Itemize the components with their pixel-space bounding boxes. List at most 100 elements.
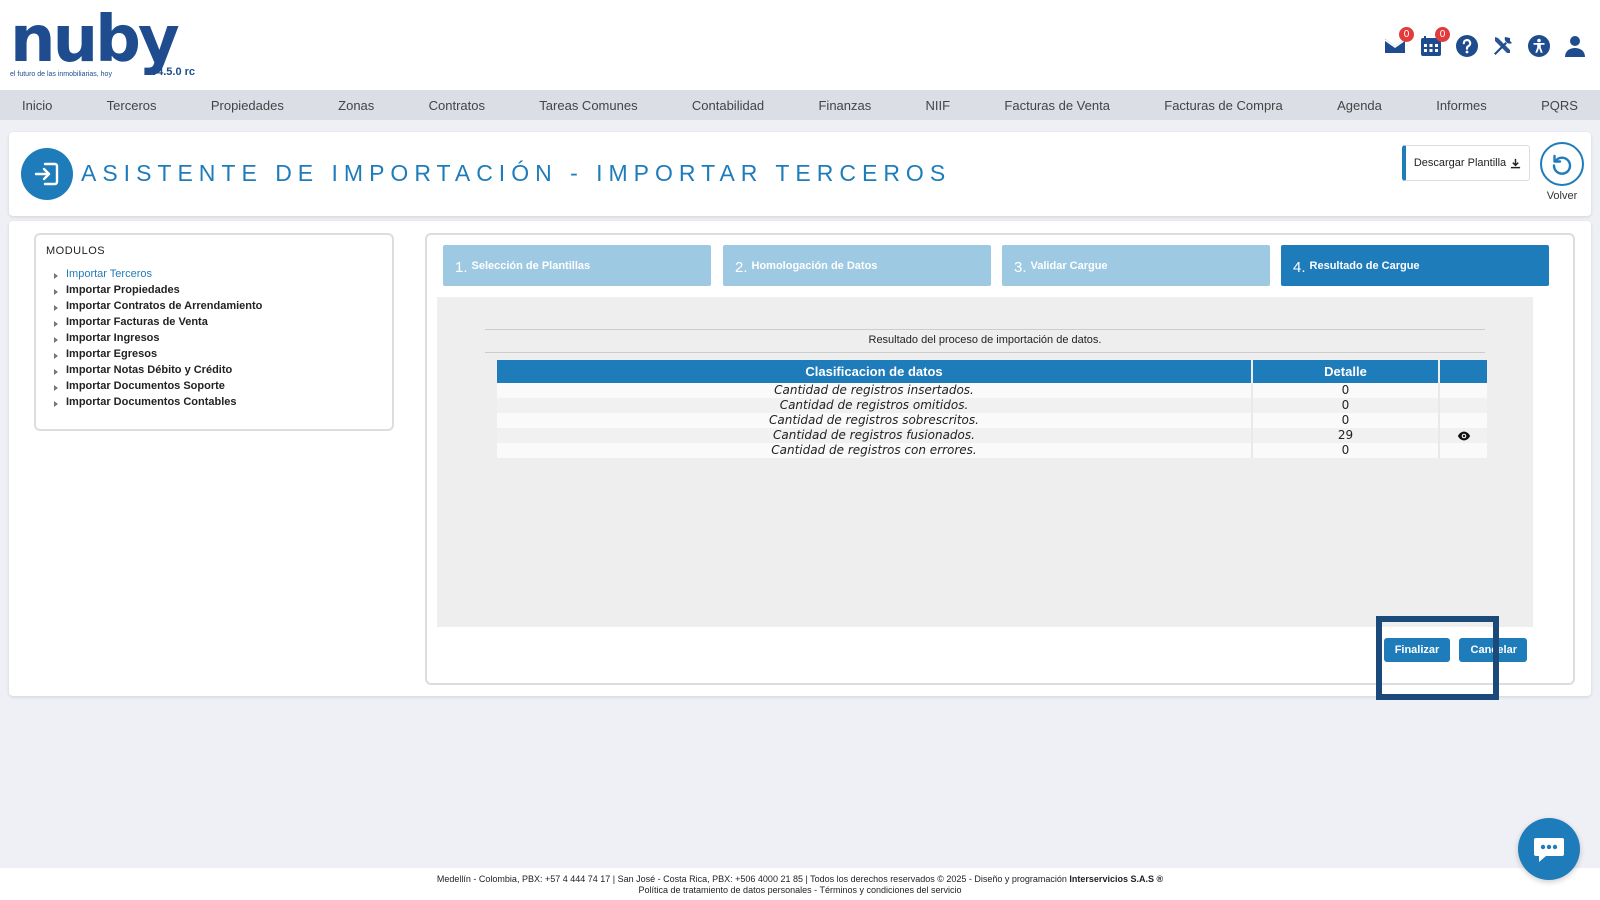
footer-legal-links[interactable]: Política de tratamiento de datos persona…	[0, 885, 1600, 896]
nav-contabilidad[interactable]: Contabilidad	[692, 98, 764, 113]
step-seleccion-plantillas[interactable]: 1. Selección de Plantillas	[443, 245, 711, 286]
row-value: 29	[1252, 428, 1440, 443]
column-header-classification: Clasificacion de datos	[497, 360, 1253, 383]
calendar-icon[interactable]: 0	[1418, 27, 1450, 59]
footer-address: Medellín - Colombia, PBX: +57 4 444 74 1…	[436, 874, 1070, 884]
module-label: Importar Terceros	[66, 268, 152, 280]
module-importar-notas[interactable]: Importar Notas Débito y Crédito	[54, 362, 382, 378]
download-template-label: Descargar Plantilla	[1413, 157, 1507, 169]
calendar-badge: 0	[1435, 27, 1450, 42]
module-label: Importar Ingresos	[66, 332, 160, 344]
caret-right-icon	[54, 368, 58, 375]
row-action	[1439, 383, 1487, 398]
modules-list: Importar Terceros Importar Propiedades I…	[46, 266, 382, 410]
title-panel: ASISTENTE DE IMPORTACIÓN - IMPORTAR TERC…	[9, 132, 1591, 216]
import-wizard: 1. Selección de Plantillas 2. Homologaci…	[425, 233, 1575, 685]
app-version: v4.5.0 rc	[151, 66, 196, 78]
caret-right-icon	[54, 304, 58, 311]
nav-inicio[interactable]: Inicio	[22, 98, 52, 113]
chat-bubble-icon	[1534, 838, 1564, 862]
module-importar-facturas-venta[interactable]: Importar Facturas de Venta	[54, 314, 382, 330]
nav-tareas-comunes[interactable]: Tareas Comunes	[539, 98, 637, 113]
mail-badge: 0	[1399, 27, 1414, 42]
caret-right-icon	[54, 336, 58, 343]
download-icon	[1511, 158, 1521, 168]
nav-pqrs[interactable]: PQRS	[1541, 98, 1578, 113]
user-icon[interactable]	[1562, 33, 1588, 59]
module-importar-egresos[interactable]: Importar Egresos	[54, 346, 382, 362]
step-number: 1.	[455, 259, 468, 276]
table-row: Cantidad de registros omitidos. 0	[497, 398, 1487, 413]
footer: Medellín - Colombia, PBX: +57 4 444 74 1…	[0, 868, 1600, 900]
nav-finanzas[interactable]: Finanzas	[818, 98, 871, 113]
row-action	[1439, 398, 1487, 413]
back-button[interactable]: Volver	[1537, 142, 1587, 202]
nav-facturas-de-compra[interactable]: Facturas de Compra	[1164, 98, 1283, 113]
logo-tagline: el futuro de las inmobiliarias, hoy	[10, 71, 112, 78]
step-label: Validar Cargue	[1030, 259, 1108, 272]
help-icon[interactable]	[1454, 33, 1480, 59]
nav-facturas-de-venta[interactable]: Facturas de Venta	[1004, 98, 1110, 113]
divider	[485, 329, 1485, 330]
module-importar-documentos-soporte[interactable]: Importar Documentos Soporte	[54, 378, 382, 394]
eye-icon[interactable]	[1457, 429, 1471, 443]
main-nav: Inicio Terceros Propiedades Zonas Contra…	[0, 90, 1600, 120]
nav-niif[interactable]: NIIF	[926, 98, 951, 113]
result-message: Resultado del proceso de importación de …	[868, 334, 1102, 346]
header: nuby el futuro de las inmobiliarias, hoy…	[0, 0, 1600, 90]
nav-contratos[interactable]: Contratos	[429, 98, 485, 113]
module-label: Importar Documentos Soporte	[66, 380, 225, 392]
download-template-button[interactable]: Descargar Plantilla	[1402, 145, 1530, 181]
row-action	[1439, 413, 1487, 428]
import-icon	[21, 148, 73, 200]
wizard-steps: 1. Selección de Plantillas 2. Homologaci…	[443, 245, 1557, 286]
undo-icon	[1540, 142, 1584, 186]
mail-icon[interactable]: 0	[1382, 27, 1414, 59]
row-label: Cantidad de registros insertados.	[497, 383, 1253, 398]
row-action	[1439, 443, 1487, 458]
module-importar-propiedades[interactable]: Importar Propiedades	[54, 282, 382, 298]
nav-propiedades[interactable]: Propiedades	[211, 98, 284, 113]
caret-right-icon	[54, 320, 58, 327]
caret-right-icon	[54, 352, 58, 359]
column-header-actions	[1439, 360, 1487, 383]
module-label: Importar Facturas de Venta	[66, 316, 208, 328]
nav-agenda[interactable]: Agenda	[1337, 98, 1382, 113]
tools-icon[interactable]	[1490, 33, 1516, 59]
step-validar-cargue[interactable]: 3. Validar Cargue	[1002, 245, 1270, 286]
row-label: Cantidad de registros omitidos.	[497, 398, 1253, 413]
table-row: Cantidad de registros sobrescritos. 0	[497, 413, 1487, 428]
step-resultado-cargue[interactable]: 4. Resultado de Cargue	[1281, 245, 1549, 286]
accessibility-icon[interactable]	[1526, 33, 1552, 59]
nuby-logo[interactable]: nuby el futuro de las inmobiliarias, hoy…	[10, 8, 200, 83]
step-homologacion-datos[interactable]: 2. Homologación de Datos	[723, 245, 991, 286]
step-label: Selección de Plantillas	[471, 259, 591, 272]
row-value: 0	[1252, 443, 1440, 458]
divider	[485, 352, 1485, 353]
chat-button[interactable]	[1518, 818, 1580, 880]
finish-button[interactable]: Finalizar	[1384, 638, 1450, 662]
nav-terceros[interactable]: Terceros	[107, 98, 157, 113]
caret-right-icon	[54, 288, 58, 295]
module-label: Importar Contratos de Arrendamiento	[66, 300, 263, 312]
module-label: Importar Propiedades	[66, 284, 180, 296]
table-row: Cantidad de registros fusionados. 29	[497, 428, 1487, 443]
module-importar-terceros[interactable]: Importar Terceros	[54, 266, 382, 282]
result-area: Resultado del proceso de importación de …	[437, 297, 1533, 627]
nav-zonas[interactable]: Zonas	[338, 98, 374, 113]
module-importar-contratos[interactable]: Importar Contratos de Arrendamiento	[54, 298, 382, 314]
row-label: Cantidad de registros fusionados.	[497, 428, 1253, 443]
module-importar-ingresos[interactable]: Importar Ingresos	[54, 330, 382, 346]
module-importar-documentos-contables[interactable]: Importar Documentos Contables	[54, 394, 382, 410]
results-header-row: Clasificacion de datos Detalle	[497, 360, 1487, 383]
caret-right-icon	[54, 384, 58, 391]
results-table: Clasificacion de datos Detalle Cantidad …	[497, 360, 1487, 458]
step-label: Resultado de Cargue	[1309, 259, 1420, 272]
module-label: Importar Documentos Contables	[66, 396, 237, 408]
footer-line-1: Medellín - Colombia, PBX: +57 4 444 74 1…	[0, 874, 1600, 885]
cancel-button[interactable]: Cancelar	[1459, 638, 1527, 662]
footer-company: Interservicios S.A.S ®	[1069, 874, 1164, 884]
row-value: 0	[1252, 383, 1440, 398]
nav-informes[interactable]: Informes	[1436, 98, 1487, 113]
row-value: 0	[1252, 413, 1440, 428]
